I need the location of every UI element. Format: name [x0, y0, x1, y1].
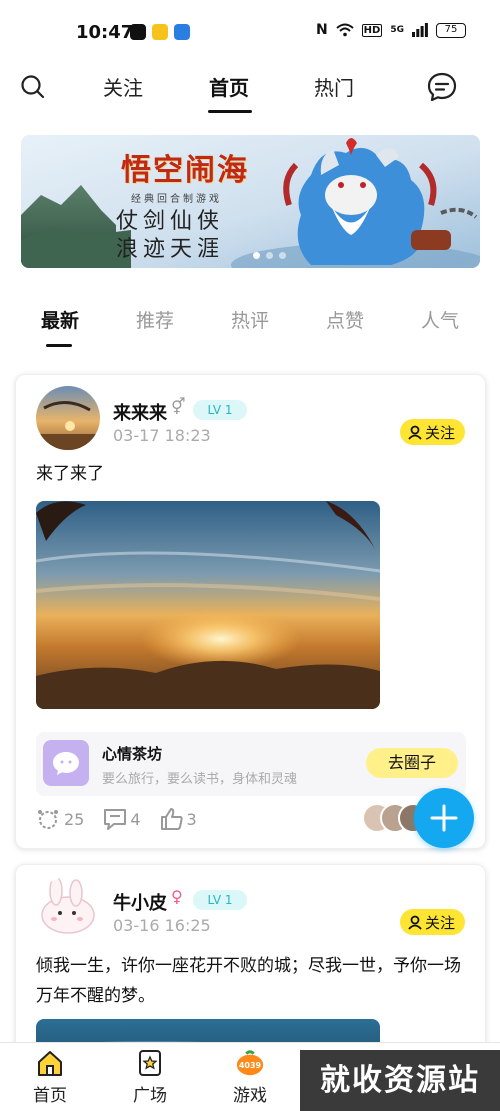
username[interactable]: 来来来: [113, 399, 167, 425]
bottom-tab-home-label: 首页: [33, 1086, 67, 1106]
bottom-tab-games-label: 游戏: [233, 1086, 267, 1106]
messages-button[interactable]: [425, 70, 459, 104]
plus-icon: [430, 804, 458, 832]
comment-icon: [104, 809, 127, 830]
home-icon: [38, 1051, 62, 1076]
follow-label: 关注: [424, 913, 455, 932]
banner-dot: [279, 252, 286, 259]
level-badge: LV 1: [193, 890, 247, 910]
shield-app-icon: [174, 24, 190, 40]
post-image[interactable]: [36, 501, 380, 709]
gender-symbol: ♀: [171, 887, 183, 906]
follow-button[interactable]: 关注: [399, 909, 465, 935]
create-post-button[interactable]: [414, 788, 474, 848]
gender-symbol: ⚥: [171, 397, 186, 416]
banner-dot: [253, 252, 260, 259]
post-text[interactable]: 来了来了: [36, 459, 465, 489]
add-user-icon: [408, 915, 422, 930]
likes-count: 3: [186, 809, 197, 829]
feed-filter-tabs: 最新 推荐 热评 点赞 人气: [0, 306, 500, 350]
tab-popular[interactable]: 人气: [421, 306, 459, 333]
network-type: 5G: [390, 25, 404, 35]
banner-title: 悟空闹海: [121, 153, 249, 188]
star-card-icon: [139, 1050, 161, 1076]
search-button[interactable]: [16, 70, 50, 104]
follow-label: 关注: [424, 423, 455, 442]
add-user-icon: [408, 425, 422, 440]
avatar-image: [41, 877, 95, 934]
tab-latest[interactable]: 最新: [41, 306, 79, 333]
follow-button[interactable]: 关注: [399, 419, 465, 445]
tab-likes[interactable]: 点赞: [326, 306, 364, 333]
wifi-icon: [336, 23, 354, 37]
banner-dot: [266, 252, 273, 259]
post-time: 03-16 16:25: [113, 916, 211, 935]
go-to-circle-button[interactable]: 去圈子: [366, 748, 458, 778]
search-icon: [21, 75, 45, 99]
game-badge: 4039: [238, 1060, 262, 1070]
tab-hot[interactable]: 热门: [314, 72, 354, 101]
user-avatar[interactable]: [36, 386, 100, 450]
bottom-tab-square-label: 广场: [133, 1086, 167, 1106]
views-stat: 25: [36, 807, 84, 831]
level-badge: LV 1: [193, 400, 247, 420]
comments-stat[interactable]: 4: [102, 807, 141, 831]
avatar-image: [36, 386, 100, 450]
active-subtab-indicator: [46, 344, 72, 347]
status-time: 10:47: [76, 22, 134, 43]
battery-icon: 75: [436, 22, 466, 38]
post-card[interactable]: 来来来 ⚥ LV 1 03-17 18:23 关注 来了来了 心情茶坊 要么旅行…: [15, 374, 486, 849]
comments-count: 4: [130, 809, 141, 829]
tab-hot-comments[interactable]: 热评: [231, 306, 269, 333]
status-right: N HD 5G 75: [316, 22, 466, 38]
tiktok-icon: [130, 24, 146, 40]
thumbs-up-icon: [160, 808, 183, 830]
bottom-tab-home[interactable]: 首页: [20, 1049, 80, 1106]
post-time: 03-17 18:23: [113, 426, 211, 445]
circle-icon: [43, 740, 89, 786]
likes-stat[interactable]: 3: [159, 807, 197, 831]
user-avatar[interactable]: [36, 877, 100, 941]
signal-icon: [412, 23, 428, 37]
tab-recommended[interactable]: 推荐: [136, 306, 174, 333]
chat-face-icon: [53, 752, 79, 775]
app-notification-icon: [152, 24, 168, 40]
battery-level: 75: [444, 23, 458, 35]
views-icon: [38, 810, 58, 829]
banner-artwork: [21, 135, 480, 268]
circle-description: 要么旅行，要么读书，身体和灵魂: [102, 772, 298, 787]
nfc-icon: N: [315, 22, 328, 38]
bottom-tab-square[interactable]: 广场: [120, 1049, 180, 1106]
post-stats: 25 4 3: [36, 807, 197, 831]
post-text[interactable]: 倾我一生，许你一座花开不败的城；尽我一世，予你一场万年不醒的梦。: [36, 951, 465, 1011]
status-bar: 10:47 N HD 5G 75: [0, 0, 500, 60]
views-count: 25: [64, 809, 85, 829]
banner-pagination: [253, 252, 286, 259]
watermark: 就收资源站: [300, 1050, 500, 1111]
banner-slogan-2: 浪迹天涯: [116, 237, 225, 262]
active-tab-indicator: [208, 110, 252, 113]
hd-badge: HD: [361, 23, 383, 37]
status-notification-icons: [130, 24, 190, 40]
top-nav: 关注 首页 热门: [0, 64, 500, 114]
username[interactable]: 牛小皮: [113, 889, 167, 915]
circle-card[interactable]: 心情茶坊 要么旅行，要么读书，身体和灵魂 去圈子: [36, 732, 466, 796]
circle-name: 心情茶坊: [102, 745, 163, 763]
message-bubble-icon: [427, 72, 457, 102]
bottom-tab-games[interactable]: 4039 游戏: [220, 1049, 280, 1106]
liked-by-avatars[interactable]: [362, 803, 428, 835]
promo-banner[interactable]: 悟空闹海 经典回合制游戏 仗剑仙侠 浪迹天涯: [21, 135, 480, 268]
sunset-photo: [36, 501, 380, 709]
tab-home[interactable]: 首页: [209, 72, 249, 101]
tab-follow[interactable]: 关注: [103, 72, 143, 101]
